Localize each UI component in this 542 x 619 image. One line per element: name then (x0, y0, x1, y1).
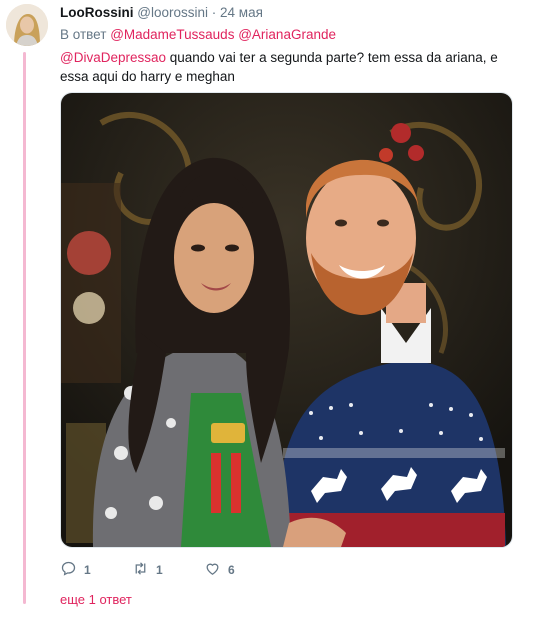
tweet-actions: 1 1 6 (60, 560, 360, 580)
separator-dot: · (211, 5, 217, 20)
reply-mention-madametussauds[interactable]: @MadameTussauds (110, 27, 234, 42)
reply-count: 1 (84, 563, 91, 577)
reply-button[interactable]: 1 (60, 560, 91, 580)
tweet-text: @DivaDepressao quando vai ter a segunda … (60, 48, 510, 86)
heart-icon (204, 560, 221, 580)
avatar[interactable] (6, 4, 48, 46)
like-count: 6 (228, 563, 235, 577)
reply-icon (60, 560, 77, 580)
thread-line (23, 52, 26, 604)
tweet-photo[interactable] (60, 92, 513, 548)
reply-context: В ответ @MadameTussauds @ArianaGrande (60, 27, 336, 42)
retweet-button[interactable]: 1 (132, 560, 163, 580)
retweet-count: 1 (156, 563, 163, 577)
timestamp[interactable]: 24 мая (220, 5, 263, 20)
author-handle[interactable]: @loorossini (137, 5, 208, 20)
author-name[interactable]: LooRossini (60, 5, 134, 20)
tweet-header: LooRossini @loorossini · 24 мая (60, 5, 263, 20)
reply-mention-arianagrande[interactable]: @ArianaGrande (238, 27, 336, 42)
more-replies-link[interactable]: еще 1 ответ (60, 592, 132, 607)
like-button[interactable]: 6 (204, 560, 235, 580)
text-mention-divadepressao[interactable]: @DivaDepressao (60, 50, 166, 65)
retweet-icon (132, 560, 149, 580)
reply-prefix: В ответ (60, 27, 107, 42)
